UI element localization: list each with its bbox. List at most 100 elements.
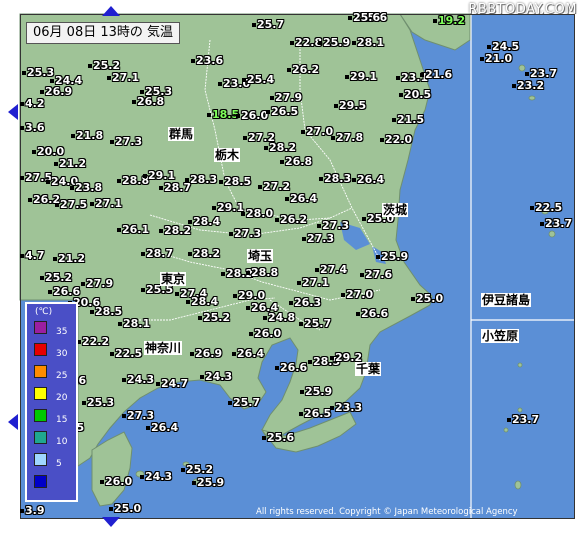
temperature-value: 28.3 [185, 174, 217, 186]
temperature-value: 26.2 [287, 64, 319, 76]
legend-swatch [34, 365, 47, 378]
temperature-value: 23.7 [507, 414, 539, 426]
temperature-value: 26.5 [299, 408, 331, 420]
legend-label: 5 [56, 459, 62, 469]
temperature-value: 26.6 [356, 308, 388, 320]
temperature-value: 25.7 [252, 19, 284, 31]
temperature-value: 27.9 [81, 278, 113, 290]
temperature-value: 28.4 [188, 216, 220, 228]
temperature-value: 28.1 [118, 318, 150, 330]
temperature-legend: (℃) 35 30 25 20 15 10 5 [25, 302, 78, 502]
temperature-value: 27.3 [317, 220, 349, 232]
temperature-value: 25.9 [318, 37, 350, 49]
temperature-value: 4.7 [20, 250, 45, 262]
temperature-value: 26.4 [146, 422, 178, 434]
temperature-value: 26.8 [132, 96, 164, 108]
temperature-value: 25.2 [40, 272, 72, 284]
temperature-value: 3.9 [20, 505, 45, 517]
temperature-value: 27.3 [229, 228, 261, 240]
temperature-value: 25.4 [242, 74, 274, 86]
legend-swatch [34, 409, 47, 422]
temperature-value: 21.6 [420, 69, 452, 81]
temperature-value: 25.2 [198, 312, 230, 324]
temperature-value: 27.8 [331, 132, 363, 144]
temperature-value: 29.1 [212, 202, 244, 214]
temperature-value: 26.9 [190, 348, 222, 360]
legend-label: 30 [56, 349, 68, 359]
temperature-value: 27.0 [301, 126, 333, 138]
temperature-value: 24.8 [263, 312, 295, 324]
temperature-value: 19.2 [433, 15, 465, 27]
place-label-chiba: 千葉 [355, 362, 382, 376]
temperature-value: 25.2 [181, 464, 213, 476]
place-label-saitama: 埼玉 [247, 249, 274, 263]
temperature-value: 24.3 [140, 471, 172, 483]
temperature-value: 25.9 [300, 386, 332, 398]
temperature-value: 26.4 [232, 348, 264, 360]
temperature-value: 27.1 [107, 72, 139, 84]
temperature-value: 24.3 [122, 374, 154, 386]
legend-label: 10 [56, 437, 68, 447]
legend-label: 20 [56, 393, 68, 403]
temperature-value: 20.5 [399, 89, 431, 101]
temperature-value: 28.7 [141, 248, 173, 260]
pan-down-arrow-icon[interactable] [102, 517, 120, 527]
temperature-value: 24.7 [156, 378, 188, 390]
temperature-value: 27.4 [315, 264, 347, 276]
temperature-value: 22.2 [77, 336, 109, 348]
temperature-value: 24.3 [200, 371, 232, 383]
temperature-value: 28.2 [159, 225, 191, 237]
legend-swatch [34, 387, 47, 400]
copyright-notice: All rights reserved. Copyright © Japan M… [256, 507, 518, 517]
legend-unit: (℃) [35, 307, 53, 317]
temperature-value: 27.3 [122, 410, 154, 422]
temperature-value: 21.5 [392, 114, 424, 126]
temperature-value: 25.9 [376, 251, 408, 263]
temperature-value: 27.5 [55, 199, 87, 211]
temperature-value: 27.3 [110, 136, 142, 148]
place-label-gunma: 群馬 [168, 127, 195, 141]
pan-left-arrow-icon[interactable] [8, 104, 18, 120]
pan-left-lower-arrow-icon[interactable] [8, 414, 18, 430]
place-label-tokyo: 東京 [160, 272, 187, 286]
temperature-value: 25.3 [82, 397, 114, 409]
place-label-kanagawa: 神奈川 [144, 341, 183, 355]
temperature-value: 26.4 [352, 174, 384, 186]
place-label-ibaraki: 茨城 [382, 203, 409, 217]
temperature-value: 23.6 [191, 55, 223, 67]
temperature-value: 27.3 [302, 233, 334, 245]
temperature-value: 22.5 [530, 202, 562, 214]
temperature-value: 27.0 [341, 289, 373, 301]
temperature-value: 27.1 [297, 277, 329, 289]
temperature-value: 4.2 [20, 98, 45, 110]
temperature-value: 28.2 [188, 248, 220, 260]
temperature-value: 25.9 [192, 477, 224, 489]
pan-up-arrow-icon[interactable] [102, 6, 120, 16]
legend-swatch [34, 453, 47, 466]
legend-label: 15 [56, 415, 68, 425]
temperature-value: 26.4 [285, 193, 317, 205]
temperature-value: 26.0 [236, 110, 268, 122]
temperature-value: 28.5 [219, 176, 251, 188]
legend-swatch [34, 321, 47, 334]
temperature-value: 23.8 [70, 182, 102, 194]
temperature-value: 28.0 [241, 208, 273, 220]
temperature-value: 28.1 [352, 37, 384, 49]
temperature-value: 29.5 [334, 100, 366, 112]
temperature-value: 28.3 [319, 173, 351, 185]
temperature-value: 26.1 [117, 224, 149, 236]
temperature-value: 18.5 [207, 109, 239, 121]
legend-label: 35 [56, 327, 68, 337]
temperature-value: 23.3 [330, 402, 362, 414]
temperature-value: 28.5 [90, 306, 122, 318]
legend-swatch [34, 475, 47, 488]
temperature-value: 25.7 [299, 318, 331, 330]
temperature-value: 21.8 [71, 130, 103, 142]
temperature-value: 25.6 [348, 12, 380, 24]
temperature-value: 3.6 [20, 122, 45, 134]
map-background [0, 0, 583, 531]
map-title: 06月 08日 13時の 気温 [26, 22, 181, 44]
temperature-value: 26.6 [275, 362, 307, 374]
temperature-value: 28.8 [246, 267, 278, 279]
temperature-value: 27.2 [258, 181, 290, 193]
